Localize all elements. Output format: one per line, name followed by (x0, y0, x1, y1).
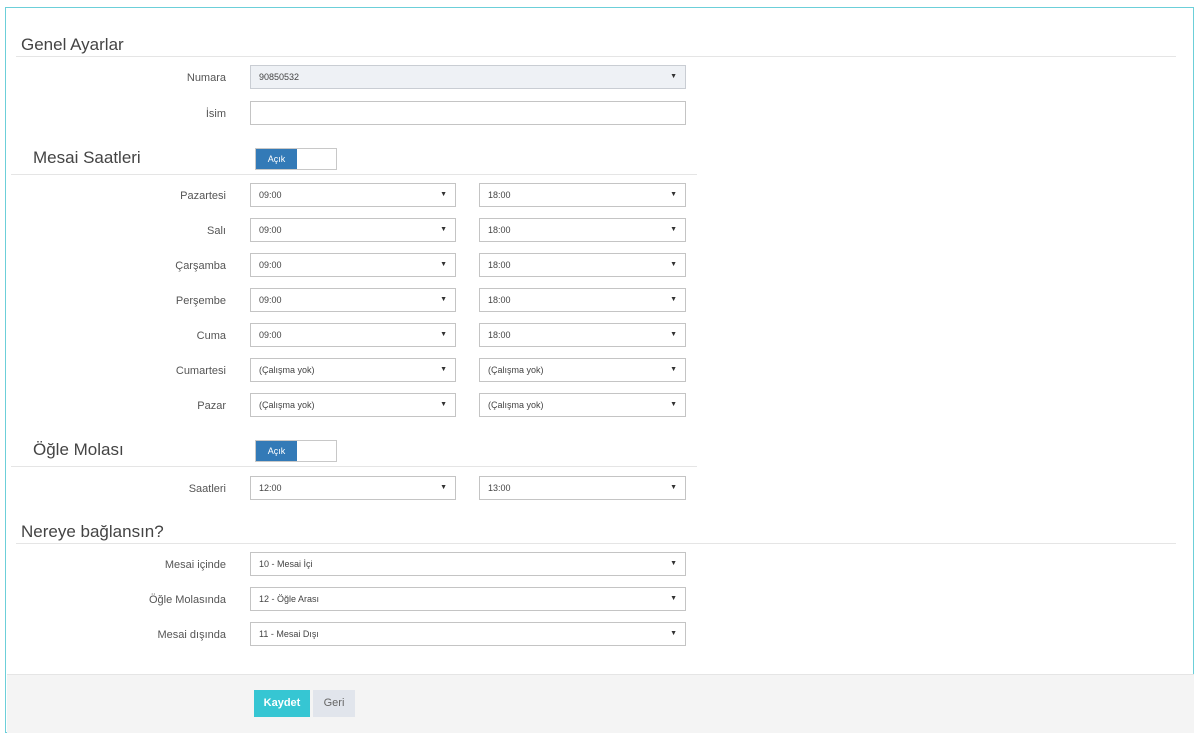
day-start-value: (Çalışma yok) (259, 400, 315, 410)
chevron-down-icon: ▼ (440, 331, 447, 338)
day-start-select[interactable]: 09:00 ▼ (250, 253, 456, 277)
routing-select[interactable]: 10 - Mesai İçi ▼ (250, 552, 686, 576)
routing-select[interactable]: 12 - Öğle Arası ▼ (250, 587, 686, 611)
number-label: Numara (186, 72, 226, 84)
lunch-end-select[interactable]: 13:00 ▼ (479, 476, 686, 500)
lunch-toggle-on: Açık (256, 441, 297, 461)
day-label: Perşembe (175, 295, 226, 307)
chevron-down-icon: ▼ (440, 401, 447, 408)
chevron-down-icon: ▼ (670, 630, 677, 637)
day-start-select[interactable]: 09:00 ▼ (250, 288, 456, 312)
day-start-value: 09:00 (259, 190, 282, 200)
routing-value: 11 - Mesai Dışı (259, 629, 319, 639)
routing-label: Öğle Molasında (148, 594, 226, 606)
form-footer: Kaydet Geri (7, 674, 1194, 733)
settings-panel: Genel Ayarlar Numara 90850532 ▼ İsim Mes… (5, 7, 1194, 733)
lunch-toggle[interactable]: Açık (255, 440, 337, 462)
chevron-down-icon: ▼ (440, 226, 447, 233)
chevron-down-icon: ▼ (670, 296, 677, 303)
day-label: Salı (207, 225, 226, 237)
day-end-value: 18:00 (488, 330, 511, 340)
day-end-select[interactable]: 18:00 ▼ (479, 253, 686, 277)
day-start-select[interactable]: 09:00 ▼ (250, 218, 456, 242)
back-button[interactable]: Geri (313, 690, 355, 717)
name-label: İsim (205, 108, 226, 120)
divider-routing (16, 543, 1176, 544)
section-title-hours: Mesai Saatleri (33, 148, 141, 167)
chevron-down-icon: ▼ (670, 331, 677, 338)
lunch-hours-label: Saatleri (188, 483, 226, 495)
lunch-start-select[interactable]: 12:00 ▼ (250, 476, 456, 500)
day-label: Cumartesi (175, 365, 226, 377)
day-start-select[interactable]: 09:00 ▼ (250, 323, 456, 347)
chevron-down-icon: ▼ (670, 191, 677, 198)
hours-toggle-off (297, 149, 336, 169)
chevron-down-icon: ▼ (440, 261, 447, 268)
routing-value: 12 - Öğle Arası (259, 594, 320, 604)
day-end-select[interactable]: 18:00 ▼ (479, 288, 686, 312)
day-label: Pazartesi (180, 190, 226, 202)
hours-toggle[interactable]: Açık (255, 148, 337, 170)
day-end-select[interactable]: (Çalışma yok) ▼ (479, 358, 686, 382)
routing-select[interactable]: 11 - Mesai Dışı ▼ (250, 622, 686, 646)
name-input[interactable] (250, 101, 686, 125)
routing-label: Mesai dışında (157, 629, 226, 641)
day-end-select[interactable]: 18:00 ▼ (479, 183, 686, 207)
lunch-toggle-off (297, 441, 336, 461)
day-end-value: (Çalışma yok) (488, 400, 544, 410)
chevron-down-icon: ▼ (670, 73, 677, 80)
divider-hours (11, 174, 697, 175)
day-end-select[interactable]: (Çalışma yok) ▼ (479, 393, 686, 417)
day-label: Çarşamba (175, 260, 226, 272)
day-start-select[interactable]: (Çalışma yok) ▼ (250, 393, 456, 417)
day-end-value: 18:00 (488, 190, 511, 200)
number-value: 90850532 (259, 72, 300, 82)
day-end-select[interactable]: 18:00 ▼ (479, 323, 686, 347)
chevron-down-icon: ▼ (670, 261, 677, 268)
chevron-down-icon: ▼ (440, 484, 447, 491)
day-end-value: (Çalışma yok) (488, 365, 544, 375)
chevron-down-icon: ▼ (440, 296, 447, 303)
hours-toggle-on: Açık (256, 149, 297, 169)
chevron-down-icon: ▼ (670, 226, 677, 233)
day-label: Pazar (197, 400, 226, 412)
day-end-value: 18:00 (488, 225, 511, 235)
routing-label: Mesai içinde (164, 559, 226, 571)
routing-value: 10 - Mesai İçi (259, 559, 313, 569)
chevron-down-icon: ▼ (670, 366, 677, 373)
chevron-down-icon: ▼ (670, 595, 677, 602)
day-start-select[interactable]: 09:00 ▼ (250, 183, 456, 207)
number-select[interactable]: 90850532 ▼ (250, 65, 686, 89)
day-start-value: (Çalışma yok) (259, 365, 315, 375)
divider-general (16, 56, 1176, 57)
day-start-value: 09:00 (259, 225, 282, 235)
lunch-end-value: 13:00 (488, 483, 511, 493)
day-start-value: 09:00 (259, 330, 282, 340)
section-title-lunch: Öğle Molası (33, 440, 124, 459)
chevron-down-icon: ▼ (670, 560, 677, 567)
save-button[interactable]: Kaydet (254, 690, 310, 717)
chevron-down-icon: ▼ (670, 484, 677, 491)
divider-lunch (11, 466, 697, 467)
day-start-select[interactable]: (Çalışma yok) ▼ (250, 358, 456, 382)
day-start-value: 09:00 (259, 295, 282, 305)
chevron-down-icon: ▼ (440, 191, 447, 198)
lunch-start-value: 12:00 (259, 483, 282, 493)
day-label: Cuma (196, 330, 226, 342)
day-start-value: 09:00 (259, 260, 282, 270)
chevron-down-icon: ▼ (440, 366, 447, 373)
chevron-down-icon: ▼ (670, 401, 677, 408)
section-title-general: Genel Ayarlar (21, 35, 124, 54)
day-end-value: 18:00 (488, 295, 511, 305)
day-end-value: 18:00 (488, 260, 511, 270)
section-title-routing: Nereye bağlansın? (21, 522, 164, 541)
day-end-select[interactable]: 18:00 ▼ (479, 218, 686, 242)
